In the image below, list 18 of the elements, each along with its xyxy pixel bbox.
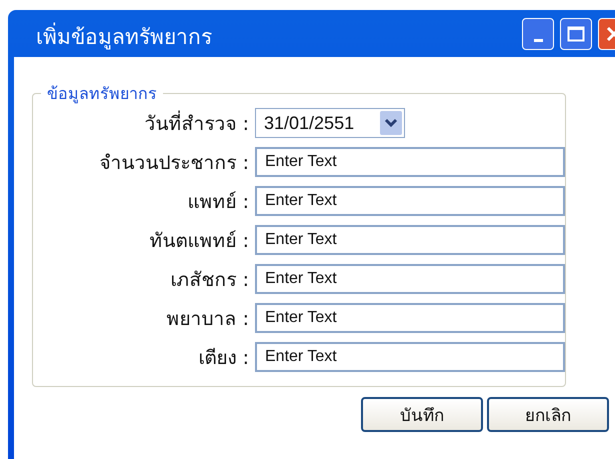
- save-button[interactable]: บันทึก: [361, 397, 483, 432]
- input-field[interactable]: Enter Text: [255, 186, 565, 216]
- input-field[interactable]: Enter Text: [255, 147, 565, 177]
- field-label: เภสัชกร :: [170, 268, 250, 293]
- field-label: พยาบาล :: [166, 307, 250, 332]
- field-label: เตียง :: [198, 346, 250, 371]
- input-field[interactable]: Enter Text: [255, 303, 565, 333]
- cancel-button[interactable]: ยกเลิก: [487, 397, 609, 432]
- field-label: ทันตแพทย์ :: [148, 229, 250, 254]
- group-legend: ข้อมูลทรัพยากร: [41, 81, 163, 106]
- date-dropdown[interactable]: 31/01/2551: [255, 108, 405, 138]
- field-label: แพทย์ :: [186, 190, 250, 215]
- field-label: จำนวนประชากร :: [98, 151, 250, 176]
- input-field[interactable]: Enter Text: [255, 264, 565, 294]
- input-field[interactable]: Enter Text: [255, 342, 565, 372]
- window-title: เพิ่มข้อมูลทรัพยากร: [36, 20, 212, 53]
- field-label: วันที่สำรวจ :: [33, 108, 255, 138]
- input-field[interactable]: Enter Text: [255, 225, 565, 255]
